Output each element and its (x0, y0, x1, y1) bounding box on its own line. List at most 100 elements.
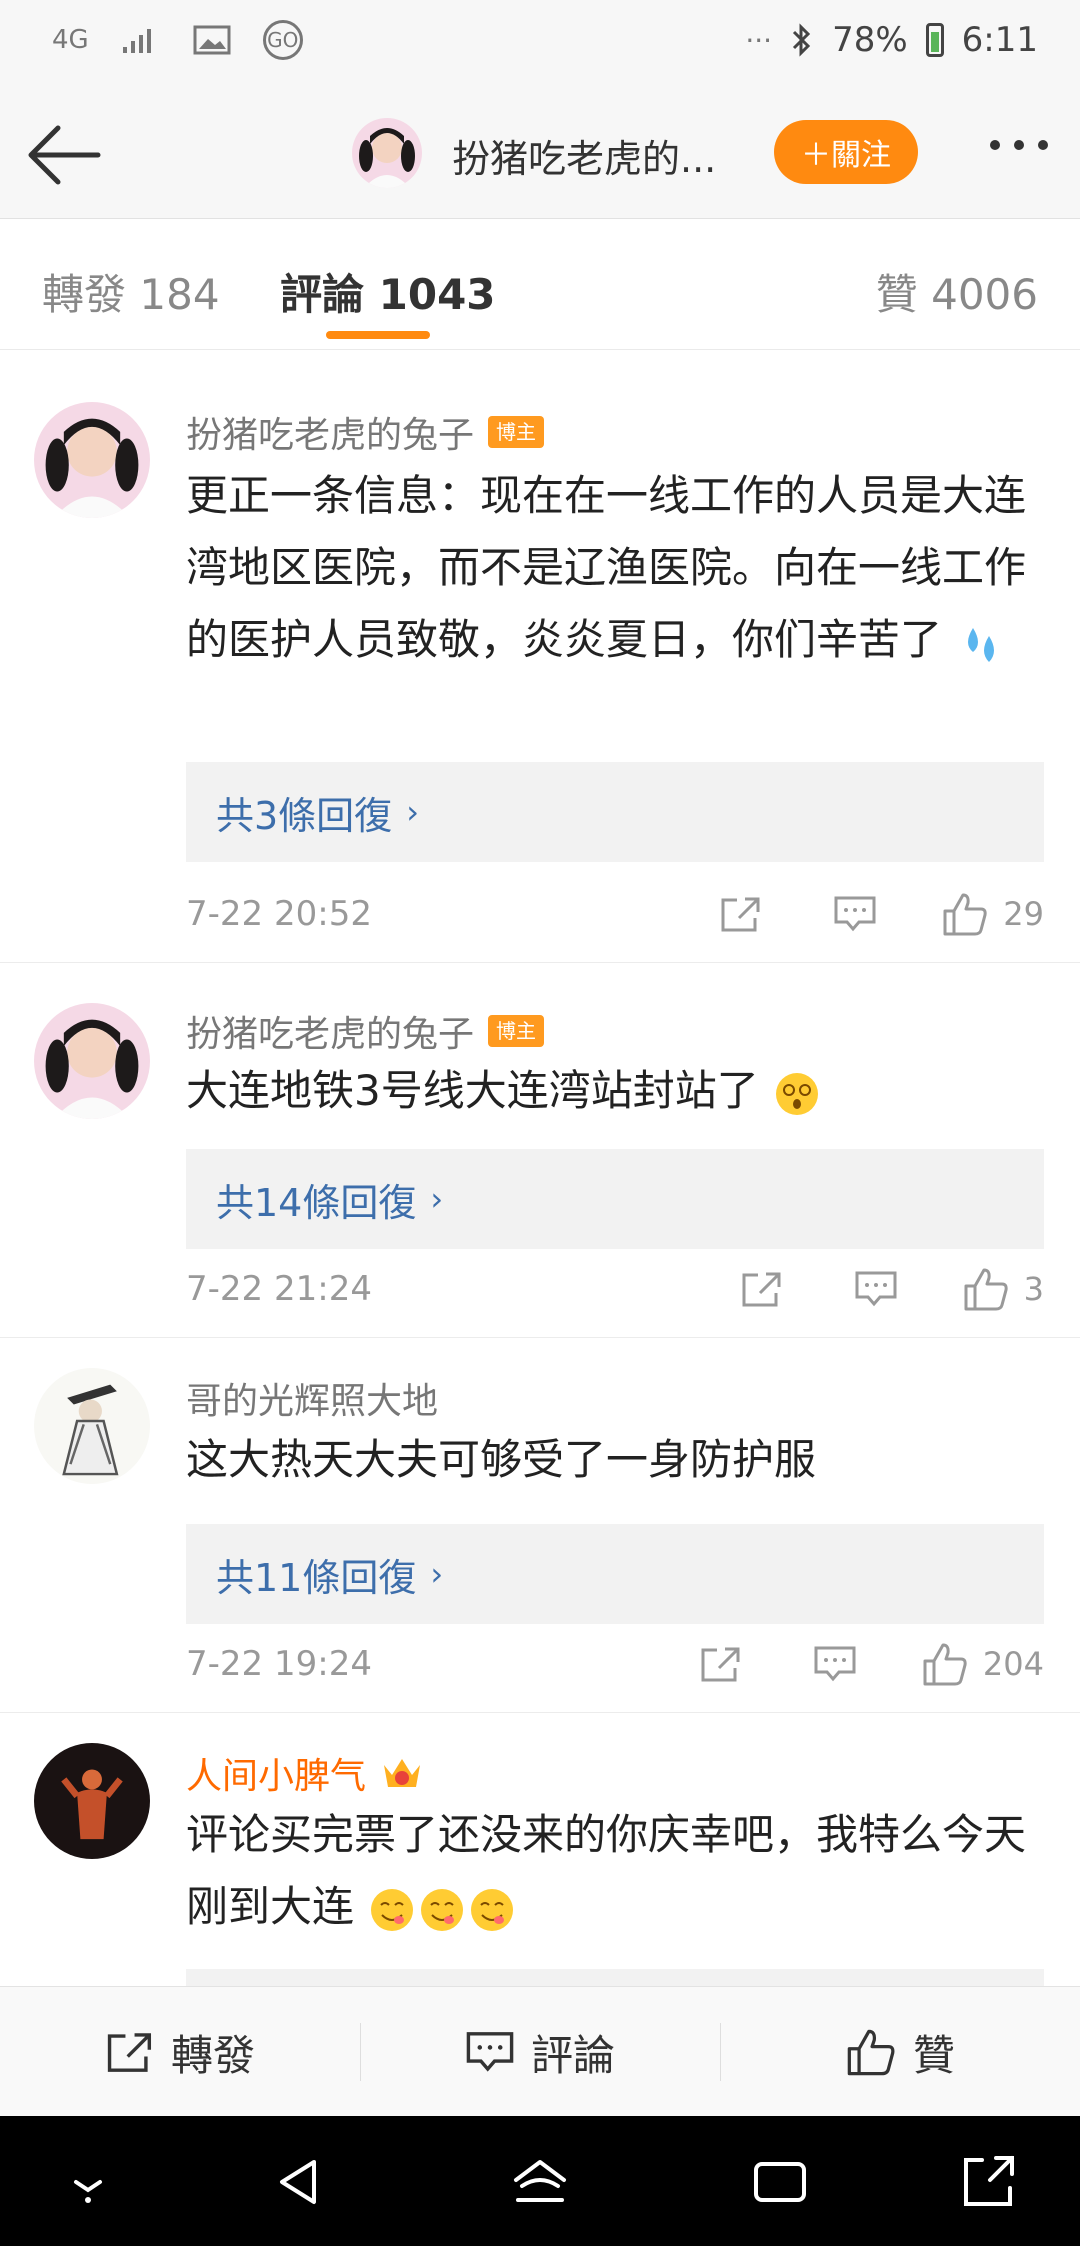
author-name: 扮猪吃老虎的兔子 (186, 415, 475, 456)
thumbs-up-icon (923, 1643, 967, 1686)
tab-likes[interactable]: 贊 4006 (876, 261, 1038, 322)
comment-item: 扮猪吃老虎的兔子 博主 大连地铁3号线大连湾站封站了 共14條回復 › 7-22 … (0, 963, 1080, 1338)
recent-apps-icon[interactable] (750, 2154, 810, 2210)
back-icon[interactable] (270, 2154, 330, 2210)
expand-icon[interactable] (960, 2154, 1020, 2210)
tab-count: 184 (139, 270, 220, 319)
author-badge: 博主 (488, 416, 545, 448)
comment-icon[interactable] (854, 1269, 898, 1309)
chevron-down-icon[interactable] (58, 2154, 118, 2210)
comment-body: 评论买完票了还没来的你庆幸吧，我特么今天刚到大连 (186, 1810, 1027, 1931)
like-label: 贊 (912, 2030, 955, 2080)
comment-text: 大连地铁3号线大连湾站封站了 (186, 1055, 1046, 1127)
yummy-face-emoji-icon (371, 1888, 414, 1931)
avatar[interactable] (34, 1368, 150, 1484)
bluetooth-icon (793, 23, 811, 57)
share-icon (107, 2033, 152, 2072)
share-icon[interactable] (740, 1269, 784, 1309)
avatar[interactable] (34, 402, 150, 518)
go-icon: GO (262, 20, 303, 60)
comment-item: 人间小脾气 评论买完票了还没来的你庆幸吧，我特么今天刚到大连 (0, 1713, 1080, 1986)
author-name: 人间小脾气 (186, 1756, 367, 1797)
author-name: 哥的光辉照大地 (186, 1381, 439, 1422)
tab-count: 1043 (378, 270, 496, 319)
avatar[interactable] (34, 1003, 150, 1119)
tab-bar: 轉發 184 評論 1043 贊 4006 (0, 219, 1080, 350)
comment-text: 这大热天大夫可够受了一身防护服 (186, 1424, 1046, 1496)
replies-link[interactable]: 共14條回復 › (186, 1149, 1044, 1249)
repost-button[interactable]: 轉發 (0, 1987, 360, 2117)
comment-text: 更正一条信息：现在在一线工作的人员是大连湾地区医院，而不是辽渔医院。向在一线工作… (186, 460, 1046, 676)
comment-icon (466, 2032, 514, 2072)
tab-label: 轉發 (42, 270, 127, 319)
thumbs-up-icon (964, 1268, 1008, 1311)
system-nav-bar (0, 2116, 1080, 2246)
like-count: 3 (1023, 1270, 1044, 1308)
status-bar: 4G GO ··· 78% 6:11 (0, 0, 1080, 92)
thumbs-up-icon (943, 893, 987, 936)
comment-time: 7-22 21:24 (186, 1269, 372, 1309)
comment-meta: 7-22 21:24 3 (186, 1259, 1044, 1319)
follow-button[interactable]: ＋關注 (774, 120, 918, 184)
comment-time: 7-22 19:24 (186, 1644, 372, 1684)
gallery-icon (193, 25, 231, 55)
home-icon[interactable] (510, 2154, 570, 2210)
author-badge: 博主 (488, 1015, 545, 1047)
author-avatar[interactable] (352, 118, 422, 188)
avatar[interactable] (34, 1743, 150, 1859)
comment-body: 更正一条信息：现在在一线工作的人员是大连湾地区医院，而不是辽渔医院。向在一线工作… (186, 471, 1027, 664)
tab-count: 4006 (931, 270, 1038, 319)
comment-author[interactable]: 扮猪吃老虎的兔子 博主 (186, 1005, 545, 1057)
clock: 6:11 (961, 20, 1038, 60)
yummy-face-emoji-icon (421, 1888, 464, 1931)
back-arrow-icon[interactable] (26, 120, 102, 190)
comment-meta: 7-22 20:52 29 (186, 884, 1044, 944)
tab-label: 贊 (875, 270, 918, 319)
tab-label: 評論 (280, 270, 365, 319)
chevron-right-icon: › (430, 1180, 444, 1218)
comment-text: 评论买完票了还没来的你庆幸吧，我特么今天刚到大连 (186, 1799, 1046, 1943)
network-4g-icon: 4G (52, 25, 89, 55)
like-count: 204 (982, 1645, 1044, 1683)
comment-list: 扮猪吃老虎的兔子 博主 更正一条信息：现在在一线工作的人员是大连湾地区医院，而不… (0, 350, 1080, 1986)
share-icon[interactable] (719, 894, 763, 934)
replies-link[interactable] (186, 1969, 1044, 1986)
replies-link[interactable]: 共11條回復 › (186, 1524, 1044, 1624)
sweat-droplets-emoji-icon (968, 627, 995, 662)
comment-author[interactable]: 扮猪吃老虎的兔子 博主 (186, 406, 545, 458)
battery-percent: 78% (832, 20, 908, 60)
tab-comments[interactable]: 評論 1043 (280, 261, 496, 322)
share-icon[interactable] (699, 1644, 743, 1684)
thumbs-up-icon (847, 2029, 895, 2076)
comment-meta: 7-22 19:24 204 (186, 1634, 1044, 1694)
signal-icon (122, 29, 151, 53)
replies-count: 共3條回復 (216, 793, 393, 838)
comment-author[interactable]: 人间小脾气 (186, 1747, 424, 1799)
more-options-icon[interactable] (990, 140, 1048, 150)
chevron-right-icon: › (406, 793, 419, 831)
repost-label: 轉發 (170, 2030, 255, 2080)
like-count: 29 (1003, 895, 1044, 933)
chevron-right-icon: › (430, 1555, 444, 1593)
comment-item: 哥的光辉照大地 这大热天大夫可够受了一身防护服 共11條回復 › 7-22 19:… (0, 1338, 1080, 1713)
comment-button[interactable]: 評論 (360, 1987, 720, 2117)
active-tab-indicator (326, 331, 430, 339)
like-button[interactable]: 贊 (720, 1987, 1080, 2117)
more-status-icon: ··· (745, 23, 773, 57)
page-title[interactable]: 扮猪吃老虎的... (452, 128, 716, 183)
comment-body: 这大热天大夫可够受了一身防护服 (186, 1435, 817, 1484)
comment-author[interactable]: 哥的光辉照大地 (186, 1372, 438, 1424)
like-action[interactable]: 204 (921, 1641, 1044, 1687)
comment-time: 7-22 20:52 (186, 894, 372, 934)
like-action[interactable]: 29 (941, 891, 1044, 937)
comment-icon[interactable] (813, 1644, 857, 1684)
tab-reposts[interactable]: 轉發 184 (42, 261, 220, 322)
top-header: 扮猪吃老虎的... ＋關注 (0, 92, 1080, 219)
replies-link[interactable]: 共3條回復 › (186, 762, 1044, 862)
replies-count: 共14條回復 (216, 1180, 417, 1225)
like-action[interactable]: 3 (962, 1266, 1044, 1312)
comment-body: 大连地铁3号线大连湾站封站了 (186, 1066, 759, 1115)
comment-icon[interactable] (833, 894, 877, 934)
comment-label: 評論 (530, 2030, 615, 2080)
dizzy-face-emoji-icon (776, 1072, 819, 1115)
